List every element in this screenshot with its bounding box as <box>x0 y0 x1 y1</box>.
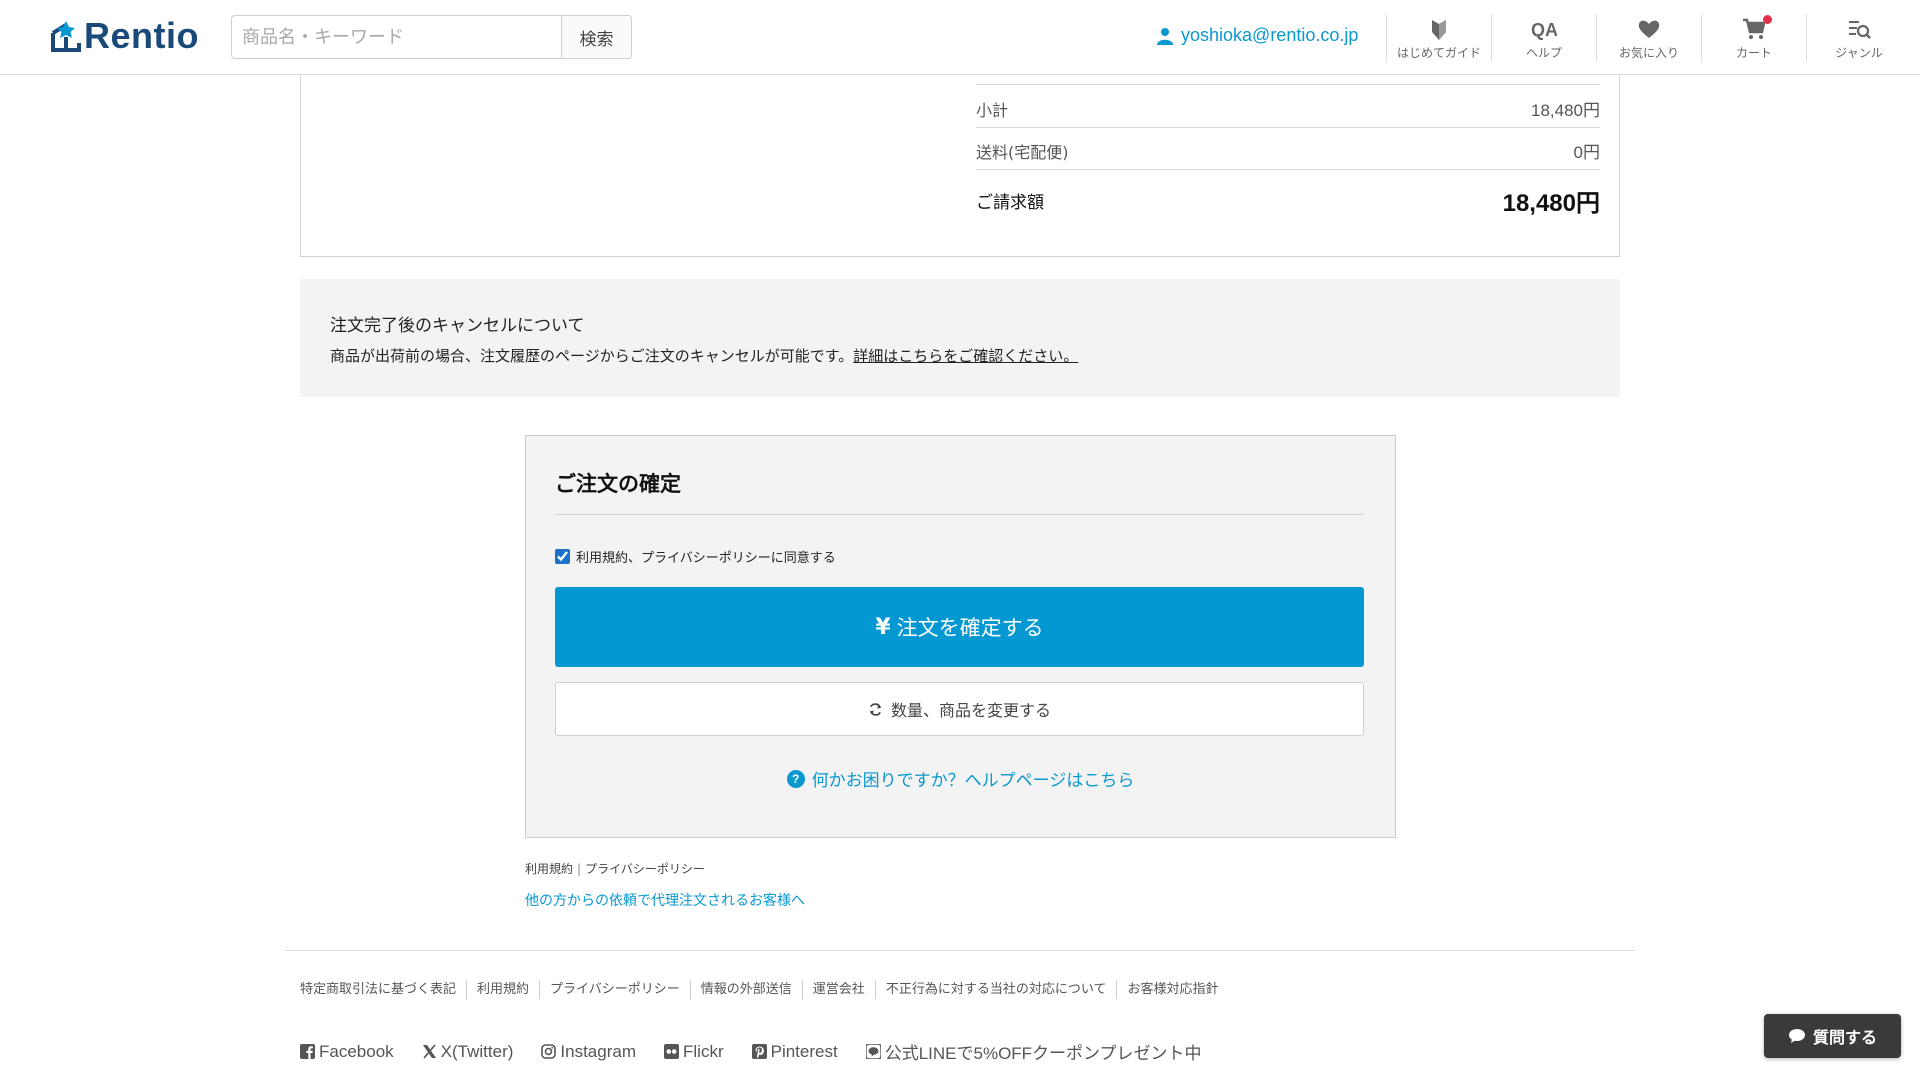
nav-item-help[interactable]: QA ヘルプ <box>1491 14 1596 62</box>
subtotal-row: 小計 18,480円 <box>976 96 1600 121</box>
nav-label-guide: はじめてガイド <box>1396 46 1481 60</box>
summary-divider <box>976 127 1600 128</box>
yen-icon: ¥ <box>875 614 891 640</box>
total-value: 18,480円 <box>1502 190 1600 217</box>
social-instagram-label: Instagram <box>560 1041 636 1061</box>
header-nav: はじめてガイド QA ヘルプ お気に入り カート ジャンル <box>1386 14 1911 62</box>
nav-item-favorites[interactable]: お気に入り <box>1596 14 1701 62</box>
change-items-label: 数量、商品を変更する <box>890 701 1051 720</box>
nav-label-genre: ジャンル <box>1835 46 1883 60</box>
svg-text:QA: QA <box>1531 20 1557 40</box>
flickr-icon <box>664 1044 679 1059</box>
qa-icon: QA <box>1531 20 1557 40</box>
confirm-order-label: 注文を確定する <box>896 616 1044 640</box>
footer-link-company[interactable]: 運営会社 <box>801 981 875 999</box>
privacy-link[interactable]: プライバシーポリシー <box>585 860 705 877</box>
chat-bubble-icon <box>1788 1029 1805 1043</box>
house-logo-icon <box>51 21 81 52</box>
refresh-icon <box>869 702 882 716</box>
site-header: Rentio 検索 yoshioka@rentio.co.jp はじめてガイド … <box>0 0 1920 75</box>
nav-label-cart: カート <box>1735 46 1772 60</box>
total-label: ご請求額 <box>976 193 1044 213</box>
help-page-link[interactable]: ? 何かお困りですか？ヘルプページはこちら <box>526 766 1395 791</box>
change-items-button[interactable]: 数量、商品を変更する <box>555 682 1364 736</box>
terms-links: 利用規約 | プライバシーポリシー <box>525 860 705 877</box>
user-email: yoshioka@rentio.co.jp <box>1181 25 1359 45</box>
confirm-order-button[interactable]: ¥ 注文を確定する <box>555 587 1364 667</box>
panel-title: ご注文の確定 <box>555 472 681 496</box>
ask-question-button[interactable]: 質問する <box>1764 1014 1901 1058</box>
facebook-icon <box>300 1044 315 1059</box>
shipping-value: 0円 <box>1573 143 1600 162</box>
agree-terms-text: 利用規約、プライバシーポリシーに同意する <box>576 551 836 566</box>
rentio-logo[interactable]: Rentio <box>50 15 199 56</box>
social-line-label: 公式LINEで5%OFFクーポンプレゼント中 <box>884 1044 1202 1063</box>
proxy-order-link[interactable]: 他の方からの依頼で代理注文されるお客様へ <box>525 890 805 910</box>
cancel-notice: 注文完了後のキャンセルについて 商品が出荷前の場合、注文履歴のページからご注文の… <box>300 279 1620 397</box>
search-button[interactable]: 検索 <box>561 15 632 59</box>
terms-separator: | <box>577 861 582 876</box>
nav-item-guide[interactable]: はじめてガイド <box>1386 14 1491 62</box>
shipping-row: 送料(宅配便) 0円 <box>976 138 1600 163</box>
total-row: ご請求額 18,480円 <box>976 183 1600 218</box>
cancel-details-link[interactable]: 詳細はこちらをご確認ください。 <box>853 347 1078 365</box>
notice-text-line: 商品が出荷前の場合、注文履歴のページからご注文のキャンセルが可能です。詳細はこち… <box>330 345 1078 366</box>
user-icon <box>1157 27 1173 45</box>
heart-icon <box>1638 20 1660 38</box>
social-instagram[interactable]: Instagram <box>541 1039 636 1064</box>
social-facebook-label: Facebook <box>319 1041 394 1061</box>
footer-link-customer-policy[interactable]: お客様対応指針 <box>1116 981 1228 999</box>
social-pinterest-label: Pinterest <box>770 1041 838 1061</box>
footer-links: 特定商取引法に基づく表記 利用規約 プライバシーポリシー 情報の外部送信 運営会… <box>300 981 1228 999</box>
agree-terms-checkbox[interactable] <box>555 549 570 564</box>
summary-divider <box>976 84 1600 85</box>
agree-terms-label[interactable]: 利用規約、プライバシーポリシーに同意する <box>555 547 836 566</box>
notice-title: 注文完了後のキャンセルについて <box>330 316 585 336</box>
summary-divider <box>976 169 1600 170</box>
footer-link-terms[interactable]: 利用規約 <box>466 981 539 999</box>
cart-badge <box>1763 15 1772 24</box>
shipping-label: 送料(宅配便) <box>976 142 1069 162</box>
social-pinterest[interactable]: Pinterest <box>751 1039 838 1064</box>
nav-label-favorites: お気に入り <box>1618 46 1679 60</box>
footer-link-fraud-policy[interactable]: 不正行為に対する当社の対応について <box>874 981 1117 999</box>
notice-text: 商品が出荷前の場合、注文履歴のページからご注文のキャンセルが可能です。 <box>330 347 854 365</box>
social-x-twitter-label: X(Twitter) <box>440 1041 514 1061</box>
footer-link-external-transmission[interactable]: 情報の外部送信 <box>689 981 802 999</box>
subtotal-value: 18,480円 <box>1531 101 1600 120</box>
social-line[interactable]: 公式LINEで5%OFFクーポンプレゼント中 <box>865 1039 1202 1064</box>
social-flickr-label: Flickr <box>683 1041 724 1061</box>
user-account-link[interactable]: yoshioka@rentio.co.jp <box>1157 25 1358 46</box>
nav-item-cart[interactable]: カート <box>1701 14 1806 62</box>
panel-divider <box>555 514 1364 515</box>
pinterest-icon <box>751 1044 767 1059</box>
help-link-text: 何かお困りですか？ヘルプページはこちら <box>811 771 1135 791</box>
social-flickr[interactable]: Flickr <box>664 1039 724 1064</box>
search-input[interactable] <box>231 15 561 59</box>
order-confirm-panel: ご注文の確定 利用規約、プライバシーポリシーに同意する ¥ 注文を確定する 数量… <box>525 435 1396 838</box>
social-facebook[interactable]: Facebook <box>300 1039 394 1064</box>
ask-question-label: 質問する <box>1812 1028 1877 1047</box>
line-icon <box>865 1044 881 1059</box>
question-circle-icon: ? <box>786 769 805 788</box>
subtotal-label: 小計 <box>976 100 1009 120</box>
order-summary: 小計 18,480円 送料(宅配便) 0円 ご請求額 18,480円 <box>300 74 1620 257</box>
logo-text: Rentio <box>84 15 199 56</box>
footer-divider <box>285 950 1635 951</box>
social-x-twitter[interactable]: X(Twitter) <box>422 1039 514 1064</box>
social-links: Facebook X(Twitter) Instagram Flickr Pin… <box>300 1039 1230 1064</box>
instagram-icon <box>541 1044 557 1059</box>
search-form: 検索 <box>231 15 632 59</box>
beginner-guide-icon <box>1432 20 1446 40</box>
nav-label-help: ヘルプ <box>1525 46 1562 60</box>
footer-link-privacy[interactable]: プライバシーポリシー <box>539 981 690 999</box>
genre-search-icon <box>1849 21 1871 39</box>
terms-link[interactable]: 利用規約 <box>525 860 573 877</box>
x-twitter-icon <box>422 1044 436 1059</box>
footer-link-tokushoho[interactable]: 特定商取引法に基づく表記 <box>300 981 466 999</box>
nav-item-genre[interactable]: ジャンル <box>1806 14 1911 62</box>
